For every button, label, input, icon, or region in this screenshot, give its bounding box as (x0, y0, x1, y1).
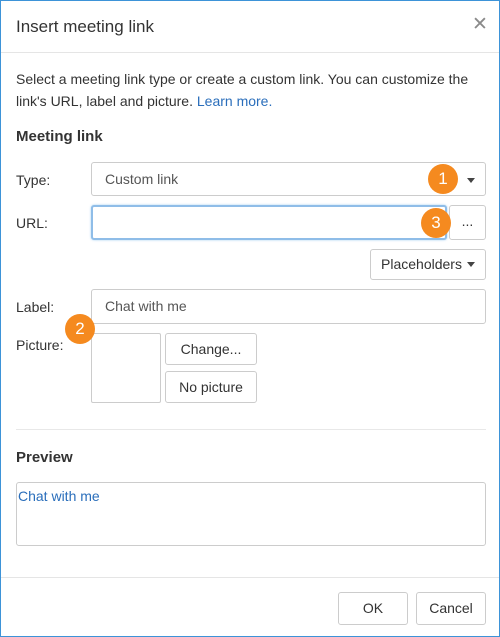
no-picture-button[interactable]: No picture (165, 371, 257, 403)
url-label: URL: (16, 215, 48, 231)
cancel-button[interactable]: Cancel (416, 592, 486, 625)
url-browse-button[interactable]: ... (449, 205, 486, 240)
preview-box: Chat with me (16, 482, 486, 546)
close-icon[interactable]: ✕ (470, 15, 490, 35)
learn-more-link[interactable]: Learn more. (197, 93, 272, 109)
type-select[interactable]: Custom link (91, 162, 486, 196)
change-picture-button[interactable]: Change... (165, 333, 257, 365)
ok-button[interactable]: OK (338, 592, 408, 625)
label-input[interactable]: Chat with me (91, 289, 486, 324)
meeting-link-heading: Meeting link (16, 128, 103, 145)
picture-label: Picture: (16, 337, 64, 353)
preview-heading: Preview (16, 449, 73, 466)
type-label: Type: (16, 172, 51, 188)
callout-badge-2: 2 (65, 314, 95, 344)
type-select-value: Custom link (105, 171, 179, 187)
callout-badge-3: 3 (421, 208, 451, 238)
dialog-header: Insert meeting link ✕ (1, 1, 499, 53)
url-input[interactable] (91, 205, 447, 240)
picture-preview (91, 333, 161, 403)
placeholders-label: Placeholders (381, 256, 462, 272)
callout-badge-1: 1 (428, 164, 458, 194)
dialog-title: Insert meeting link (16, 17, 154, 36)
insert-meeting-link-dialog: Insert meeting link ✕ Select a meeting l… (0, 0, 500, 637)
preview-link-text: Chat with me (18, 488, 100, 504)
label-label: Label: (16, 299, 55, 315)
footer-divider (1, 577, 499, 578)
section-divider (16, 429, 486, 430)
caret-down-icon (466, 262, 475, 267)
chevron-down-icon (467, 178, 475, 183)
dialog-description: Select a meeting link type or create a c… (16, 68, 476, 112)
placeholders-button[interactable]: Placeholders (370, 249, 486, 280)
